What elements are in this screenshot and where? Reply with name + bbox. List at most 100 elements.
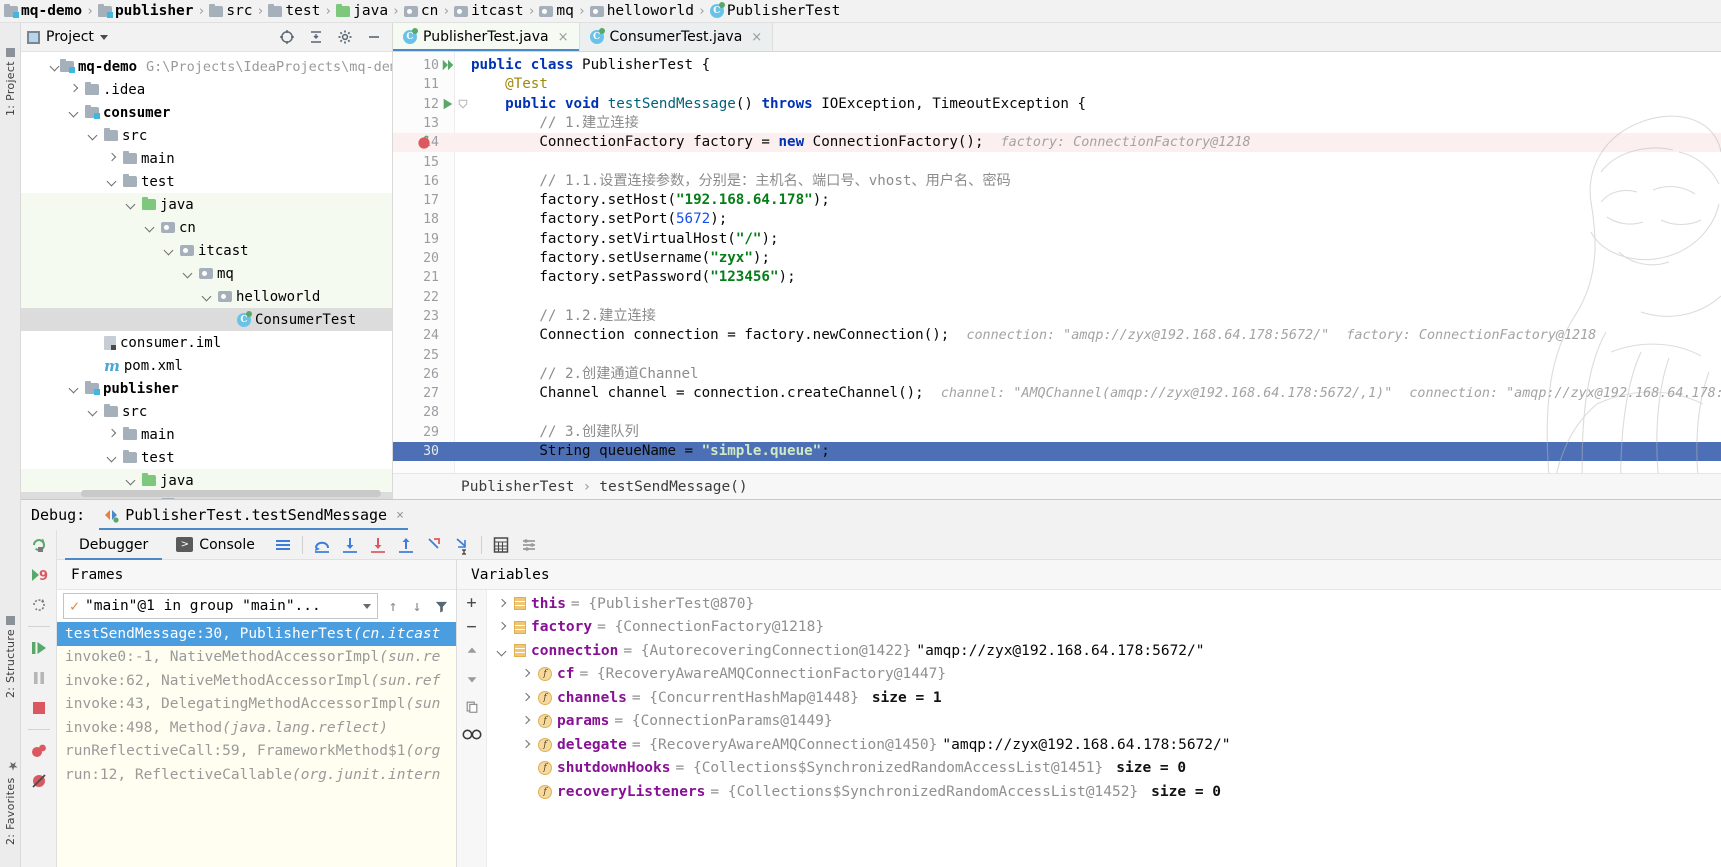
- sidebar-item-favorites[interactable]: 2: Favorites ★: [0, 713, 21, 848]
- copy-icon[interactable]: [465, 700, 479, 718]
- code-line-12[interactable]: 12 public void testSendMessage() throws …: [393, 95, 1721, 114]
- chevron-right-icon[interactable]: [519, 714, 533, 728]
- step-over-icon[interactable]: [312, 535, 332, 555]
- move-down-icon[interactable]: [465, 672, 479, 690]
- step-into-icon[interactable]: [340, 535, 360, 555]
- chevron-right-icon[interactable]: [495, 620, 509, 634]
- chevron-right-icon[interactable]: [68, 84, 79, 95]
- breadcrumb-item-publishertest[interactable]: C PublisherTest: [709, 0, 840, 23]
- status-method-name[interactable]: testSendMessage(): [599, 479, 747, 495]
- tree-node-java[interactable]: java: [21, 193, 392, 216]
- resume-9-icon[interactable]: 9: [30, 566, 48, 584]
- variables-list[interactable]: this = {PublisherTest@870} factory = {Conne…: [487, 590, 1721, 867]
- tab-console[interactable]: > Console: [162, 530, 269, 560]
- chevron-down-icon[interactable]: [495, 644, 509, 658]
- chevron-down-icon[interactable]: [125, 199, 136, 210]
- variable-row-factory[interactable]: factory = {ConnectionFactory@1218}: [487, 616, 1721, 640]
- variable-row-shutdownHooks[interactable]: f shutdownHooks = {Collections$Synchronize…: [487, 757, 1721, 781]
- sidebar-item-structure[interactable]: 2: Structure: [0, 571, 21, 701]
- minimize-icon[interactable]: [366, 29, 382, 45]
- code-line-29[interactable]: 29 // 3.创建队列: [393, 423, 1721, 442]
- code-line-20[interactable]: 20 factory.setUsername("zyx");: [393, 249, 1721, 268]
- chevron-down-icon[interactable]: [163, 245, 174, 256]
- breadcrumb-item-publisher[interactable]: publisher: [97, 0, 194, 23]
- resume-program-icon[interactable]: [30, 639, 48, 657]
- breadcrumb-item-mq-demo[interactable]: mq-demo: [4, 0, 82, 23]
- frame-row[interactable]: run:12, ReflectiveCallable (org.junit.in…: [57, 763, 456, 787]
- chevron-down-icon[interactable]: [87, 130, 98, 141]
- tree-node-consumertest[interactable]: C ConsumerTest: [21, 308, 392, 331]
- code-line-16[interactable]: 16 // 1.1.设置连接参数，分别是：主机名、端口号、vhost、用户名、密…: [393, 172, 1721, 191]
- breadcrumb-item-test[interactable]: test: [268, 0, 320, 23]
- frame-row[interactable]: invoke:498, Method (java.lang.reflect): [57, 716, 456, 740]
- variable-row-params[interactable]: f params = {ConnectionParams@1449}: [487, 710, 1721, 734]
- tree-node-mq-demo[interactable]: mq-demo G:\Projects\IdeaProjects\mq-demo: [21, 55, 392, 78]
- tree-node-itcast[interactable]: itcast: [21, 239, 392, 262]
- breadcrumb-item-cn[interactable]: cn: [403, 0, 438, 23]
- run-to-cursor-icon[interactable]: [452, 535, 472, 555]
- tree-node-pom-xml[interactable]: m pom.xml: [21, 354, 392, 377]
- tree-node-main[interactable]: main: [21, 147, 392, 170]
- tree-horizontal-scrollbar[interactable]: [81, 490, 381, 497]
- tree-node-publisher[interactable]: publisher: [21, 377, 392, 400]
- inspect-icon[interactable]: [462, 728, 482, 745]
- frame-row[interactable]: invoke:43, DelegatingMethodAccessorImpl …: [57, 693, 456, 717]
- tree-node-src[interactable]: src: [21, 400, 392, 423]
- tree-node-test[interactable]: test: [21, 170, 392, 193]
- sidebar-item-project[interactable]: 1: Project: [0, 27, 21, 119]
- filter-icon[interactable]: [432, 597, 450, 615]
- pause-icon[interactable]: [30, 669, 48, 687]
- collapse-all-icon[interactable]: [308, 29, 324, 45]
- code-line-26[interactable]: 26 // 2.创建通道Channel: [393, 365, 1721, 384]
- frame-row[interactable]: invoke0:-1, NativeMethodAccessorImpl (su…: [57, 646, 456, 670]
- variable-row-recoveryListeners[interactable]: f recoveryListeners = {Collections$Synchro…: [487, 780, 1721, 804]
- rerun-failed-icon[interactable]: [30, 596, 48, 614]
- code-line-23[interactable]: 23 // 1.2.建立连接: [393, 307, 1721, 326]
- chevron-down-icon[interactable]: [49, 61, 60, 72]
- chevron-down-icon[interactable]: [99, 34, 108, 40]
- remove-watch-icon[interactable]: −: [466, 619, 476, 636]
- chevron-down-icon[interactable]: [68, 107, 79, 118]
- code-line-25[interactable]: 25: [393, 346, 1721, 365]
- variable-row-delegate[interactable]: f delegate = {RecoveryAwareAMQConnection@1…: [487, 733, 1721, 757]
- code-line-24[interactable]: 24 Connection connection = factory.newCo…: [393, 326, 1721, 345]
- tree-node-test[interactable]: test: [21, 446, 392, 469]
- code-line-11[interactable]: 11 @Test: [393, 75, 1721, 94]
- settings-icon[interactable]: [519, 535, 539, 555]
- tab-debugger[interactable]: Debugger: [65, 530, 163, 560]
- project-title-button[interactable]: Project: [27, 29, 108, 45]
- code-line-14[interactable]: 14 ConnectionFactory factory = new Conne…: [393, 133, 1721, 153]
- variable-row-this[interactable]: this = {PublisherTest@870}: [487, 592, 1721, 616]
- chevron-down-icon[interactable]: [182, 268, 193, 279]
- chevron-right-icon[interactable]: [106, 429, 117, 440]
- editor-tab-consumertest-java[interactable]: C ConsumerTest.java ×: [579, 23, 774, 51]
- run-method-icon[interactable]: [441, 97, 457, 113]
- tree-node-mq[interactable]: mq: [21, 262, 392, 285]
- tree-node-cn[interactable]: cn: [21, 216, 392, 239]
- code-line-21[interactable]: 21 factory.setPassword("123456");: [393, 268, 1721, 287]
- frame-row[interactable]: testSendMessage:30, PublisherTest (cn.it…: [57, 622, 456, 646]
- code-line-28[interactable]: 28: [393, 403, 1721, 422]
- run-all-icon[interactable]: [441, 58, 457, 74]
- close-icon[interactable]: ×: [558, 30, 569, 45]
- close-icon[interactable]: ×: [396, 508, 404, 523]
- code-line-19[interactable]: 19 factory.setVirtualHost("/");: [393, 230, 1721, 249]
- breadcrumb-item-itcast[interactable]: itcast: [454, 0, 524, 23]
- layout-icon[interactable]: [273, 535, 293, 555]
- code-line-10[interactable]: 10 public class PublisherTest {: [393, 56, 1721, 75]
- breakpoint-icon[interactable]: [417, 135, 433, 151]
- locate-icon[interactable]: [279, 29, 295, 45]
- variable-row-connection[interactable]: connection = {AutorecoveringConnection@14…: [487, 639, 1721, 663]
- rerun-icon[interactable]: [30, 536, 48, 554]
- chevron-right-icon[interactable]: [519, 738, 533, 752]
- frame-up-button[interactable]: ↑: [384, 597, 402, 615]
- chevron-down-icon[interactable]: [106, 176, 117, 187]
- stop-icon[interactable]: [30, 699, 48, 717]
- code-line-27[interactable]: 27 Channel channel = connection.createCh…: [393, 384, 1721, 403]
- tree-node-java[interactable]: java: [21, 469, 392, 492]
- thread-dropdown[interactable]: ✓ "main"@1 in group "main"...: [63, 593, 378, 619]
- chevron-right-icon[interactable]: [519, 691, 533, 705]
- code-line-30[interactable]: 30 String queueName = "simple.queue";: [393, 442, 1721, 462]
- chevron-down-icon[interactable]: [144, 222, 155, 233]
- chevron-down-icon[interactable]: [106, 452, 117, 463]
